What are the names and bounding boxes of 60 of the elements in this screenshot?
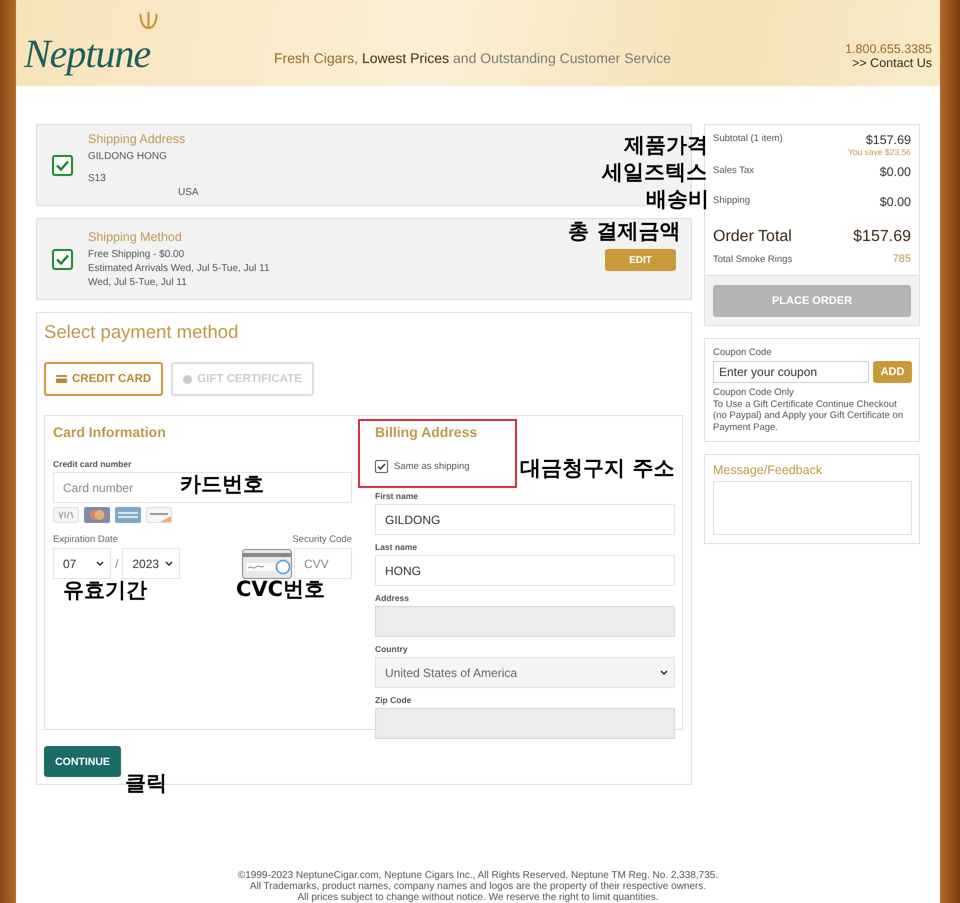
section-title: Message/Feedback — [713, 463, 824, 477]
checkbox-label: Same as shipping — [394, 460, 470, 472]
text-field[interactable]: HONG — [375, 555, 675, 586]
summary-label: Subtotal (1 item) — [713, 133, 783, 144]
payment-title: Select payment method — [44, 321, 240, 343]
field-label: Country — [375, 644, 409, 654]
callout-text: 유효기간 — [63, 577, 147, 603]
field-label: Credit card number — [53, 459, 132, 469]
shipping-detail: Free Shipping - $0.00 — [88, 249, 186, 260]
callout-text: 카드번호 — [180, 471, 264, 497]
callout-text: 제품가격 — [624, 132, 708, 158]
savings-note: You save $23.56 — [848, 147, 911, 157]
section-title: Billing Address — [375, 424, 478, 440]
coupon-field[interactable]: Enter your coupon — [713, 361, 869, 383]
field-label: Coupon Code — [713, 347, 773, 358]
summary-value: $157.69 — [853, 228, 911, 245]
text-field[interactable]: GILDONG — [375, 504, 675, 535]
callout-text: 배송비 — [646, 186, 709, 212]
field-label: Security Code — [292, 534, 352, 545]
summary-value: $0.00 — [880, 165, 911, 179]
tagline: Fresh Cigars, Lowest Prices and Outstanding Customer Service — [274, 50, 671, 66]
field-label: Address — [375, 593, 410, 603]
continue-button[interactable]: CONTINUE — [44, 746, 121, 777]
footer-text: All Trademarks, product names, company names and logos are the property of their respective owners. — [248, 881, 708, 892]
coupon-note: To Use a Gift Certificate Continue Checkout (no Paypal) and Apply your Gift Certificate on Payment Page. — [713, 398, 904, 433]
summary-value: $157.69 — [866, 133, 911, 147]
date-separator: / — [115, 556, 118, 570]
field-label: Last name — [375, 542, 418, 552]
coupon-note: Coupon Code Only — [713, 387, 795, 398]
summary-label: Total Smoke Rings — [713, 254, 792, 264]
callout-text: 총 결제금액 — [568, 218, 680, 244]
summary-value: 785 — [892, 253, 911, 265]
contact-link[interactable]: >> Contact Us — [845, 56, 932, 70]
summary-value: $0.00 — [880, 195, 911, 209]
callout-text: 세일즈텍스 — [602, 159, 707, 185]
footer-text: ©1999-2023 NeptuneCigar.com, Neptune Cigars Inc., All Rights Reserved. Neptune TM Reg. No. 2,338,735. — [236, 870, 720, 881]
section-title: Card Information — [53, 424, 167, 440]
callout-text: 대금청구지 주소 — [520, 455, 674, 481]
shipping-detail: Estimated Arrivals Wed, Jul 5-Tue, Jul 11 — [88, 263, 270, 274]
address-line: GILDONG HONG — [88, 151, 168, 162]
section-title: Shipping Address — [88, 132, 186, 146]
year-select[interactable]: 2023 — [122, 548, 180, 579]
field-label: Zip Code — [375, 695, 412, 705]
address-line: S13 — [88, 173, 107, 184]
payment-method-button[interactable]: CREDIT CARD — [44, 362, 164, 396]
callout-text: CVC번호 — [236, 576, 326, 602]
logo[interactable]: Neptune — [24, 30, 150, 77]
shipping-detail: Wed, Jul 5-Tue, Jul 11 — [88, 277, 188, 288]
cvv-field[interactable]: CVV — [294, 548, 352, 579]
phone-number: 1.800.655.3385 — [845, 42, 932, 56]
summary-label: Order Total — [713, 228, 792, 246]
field-label: First name — [375, 491, 419, 501]
footer-text: All prices subject to change without notice. We reserve the right to limit quantities. — [296, 892, 660, 903]
field-label: Expiration Date — [53, 534, 118, 545]
summary-label: Sales Tax — [713, 165, 754, 176]
month-select[interactable]: 07 — [53, 548, 111, 579]
address-line: USA — [178, 187, 199, 198]
section-title: Shipping Method — [88, 230, 183, 244]
callout-text: 클릭 — [125, 770, 167, 796]
summary-label: Shipping — [713, 195, 750, 206]
